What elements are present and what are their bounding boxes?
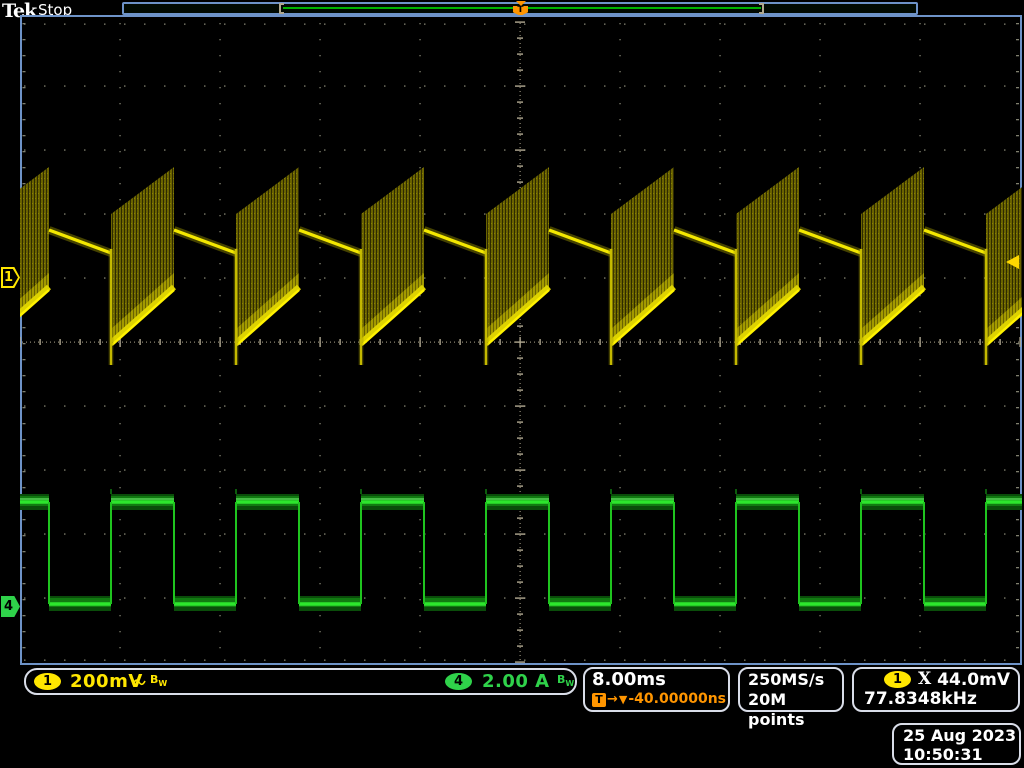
trigger-source-badge: 1 [884, 671, 911, 688]
triangle-down-icon: ▼ [619, 690, 627, 709]
trigger-frequency: 77.8348kHz [864, 689, 977, 709]
sample-rate: 250MS/s [748, 670, 842, 690]
trigger-slope-icon: X [918, 669, 931, 689]
ch4-marker-label: 4 [1, 598, 16, 615]
acquisition-readout-box[interactable]: 250MS/s 20M points [738, 667, 844, 712]
date-label: 25 Aug 2023 [903, 726, 1019, 745]
trigger-delay-readout: T→▼-40.00000ns [592, 690, 728, 709]
ch4-scale: 2.00 A [482, 671, 550, 692]
ch1-position-marker[interactable]: 1 [1, 267, 20, 288]
time-label: 10:50:31 [903, 745, 1019, 764]
record-points: 20M points [748, 690, 842, 730]
trigger-position-arrow-icon [516, 1, 526, 6]
ch4-badge[interactable]: 4 [445, 673, 472, 690]
oscilloscope-screen: { "header": { "logo": "Tek", "acq_state"… [0, 0, 1024, 768]
horizontal-scale: 8.00ms [592, 670, 728, 690]
trigger-delay-value: -40.00000ns [628, 690, 726, 709]
ch4-bandwidth-icon: BW [557, 673, 574, 688]
record-view-bracket-left [279, 3, 284, 14]
waveform-canvas [20, 15, 1022, 665]
datetime-box: 25 Aug 2023 10:50:31 [892, 723, 1021, 765]
ch1-bandwidth-icon: BW [150, 673, 167, 688]
graticule-display [20, 15, 1022, 665]
trigger-t-icon: T [592, 693, 606, 707]
horizontal-readout-box[interactable]: 8.00ms T→▼-40.00000ns [583, 667, 730, 712]
trigger-level: 44.0mV [937, 670, 1010, 690]
ch4-position-marker[interactable]: 4 [1, 596, 20, 617]
ch1-marker-label: 1 [1, 269, 16, 286]
trigger-readout-box[interactable]: 1 X 44.0mV 77.8348kHz [852, 667, 1020, 712]
ch1-badge[interactable]: 1 [34, 673, 61, 690]
channel-readout-box[interactable]: 1 200mV BW 4 2.00 A BW [24, 668, 577, 695]
arrow-right-icon: → [607, 690, 618, 709]
ac-coupling-icon [132, 676, 149, 688]
record-view-bracket-right [759, 3, 764, 14]
